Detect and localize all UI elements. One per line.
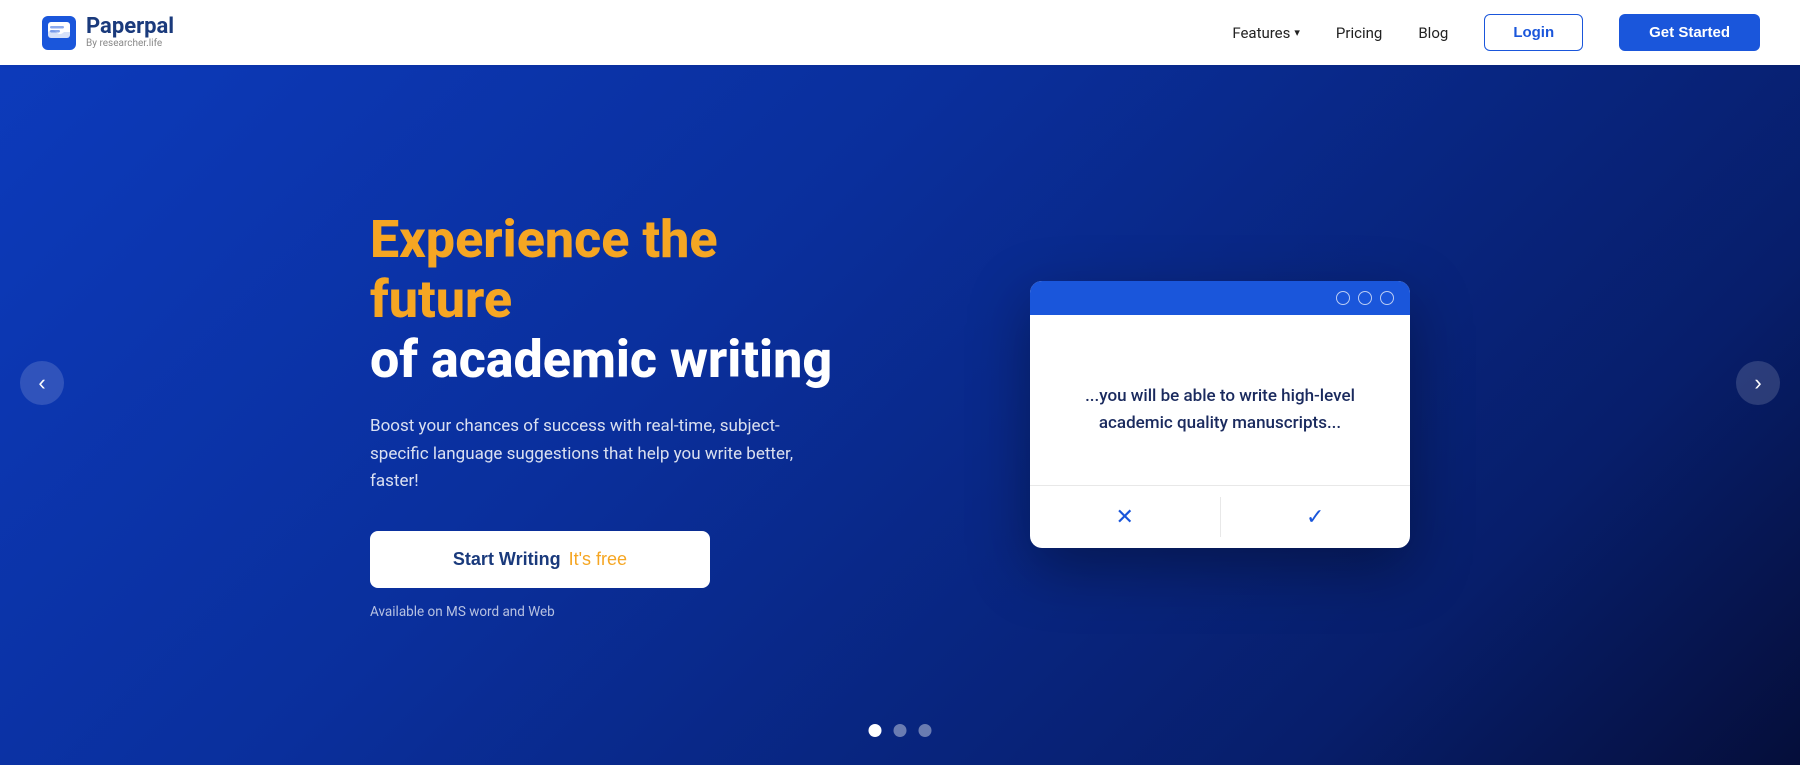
nav-blog[interactable]: Blog: [1418, 24, 1448, 42]
prev-slide-button[interactable]: ‹: [20, 361, 64, 405]
window-btn-2: [1358, 291, 1372, 305]
hero-content: Experience the future of academic writin…: [350, 210, 1450, 620]
availability-text: Available on MS word and Web: [370, 604, 870, 620]
hero-section: ‹ Experience the future of academic writ…: [0, 0, 1800, 765]
logo-name: Paperpal: [86, 16, 174, 38]
hero-title-yellow: Experience the future: [370, 210, 870, 330]
cta-light-text: It's free: [569, 549, 627, 570]
hero-preview: ...you will be able to write high-level …: [1030, 281, 1430, 548]
get-started-button[interactable]: Get Started: [1619, 14, 1760, 51]
hero-text: Experience the future of academic writin…: [370, 210, 870, 620]
nav-features[interactable]: Features ▾: [1232, 24, 1300, 42]
slide-dot-3[interactable]: [919, 724, 932, 737]
nav-pricing[interactable]: Pricing: [1336, 24, 1382, 42]
logo-text: Paperpal By researcher.life: [86, 16, 174, 49]
card-body: ...you will be able to write high-level …: [1030, 315, 1410, 485]
card-footer: ✕ ✓: [1030, 485, 1410, 548]
window-btn-3: [1380, 291, 1394, 305]
chevron-down-icon: ▾: [1294, 26, 1300, 39]
hero-subtitle: Boost your chances of success with real-…: [370, 413, 800, 495]
main-nav: Features ▾ Pricing Blog Login Get Starte…: [1232, 14, 1760, 51]
cta-bold-text: Start Writing: [453, 549, 561, 570]
window-btn-1: [1336, 291, 1350, 305]
x-icon: ✕: [1116, 504, 1134, 530]
card-titlebar: [1030, 281, 1410, 315]
hero-title-white: of academic writing: [370, 330, 870, 390]
logo[interactable]: Paperpal By researcher.life: [40, 14, 174, 52]
chevron-left-icon: ‹: [38, 370, 45, 396]
chevron-right-icon: ›: [1754, 370, 1761, 396]
slide-dot-1[interactable]: [869, 724, 882, 737]
accept-button[interactable]: ✓: [1221, 486, 1411, 548]
login-button[interactable]: Login: [1484, 14, 1583, 51]
logo-icon: [40, 14, 78, 52]
start-writing-button[interactable]: Start Writing It's free: [370, 531, 710, 588]
preview-card: ...you will be able to write high-level …: [1030, 281, 1410, 548]
reject-button[interactable]: ✕: [1030, 486, 1220, 548]
card-quote: ...you will be able to write high-level …: [1060, 383, 1380, 437]
header: Paperpal By researcher.life Features ▾ P…: [0, 0, 1800, 65]
slide-dot-2[interactable]: [894, 724, 907, 737]
next-slide-button[interactable]: ›: [1736, 361, 1780, 405]
check-icon: ✓: [1306, 504, 1324, 530]
logo-sub: By researcher.life: [86, 39, 174, 49]
slide-dots: [869, 724, 932, 737]
